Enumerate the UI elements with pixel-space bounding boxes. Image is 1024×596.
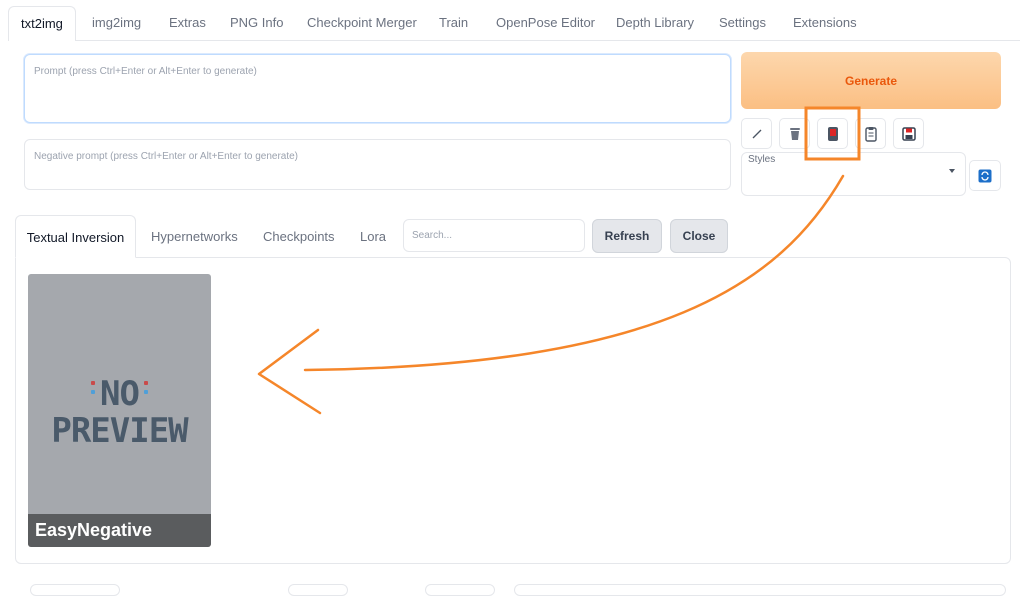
network-card-easynegative[interactable]: NO PREVIEW EasyNegative	[28, 274, 211, 547]
styles-dropdown[interactable]: Styles	[741, 152, 966, 196]
paste-icon	[752, 129, 761, 138]
extra-networks-icon	[827, 126, 838, 141]
tab-hypernetworks[interactable]: Hypernetworks	[151, 215, 238, 258]
preview-dot	[144, 390, 148, 394]
no-preview-line1: NO	[100, 374, 140, 414]
trash-icon	[789, 127, 800, 140]
save-style-button[interactable]	[893, 118, 924, 149]
card-title: EasyNegative	[28, 514, 211, 547]
tab-settings[interactable]: Settings	[719, 6, 766, 40]
show-extra-networks-button[interactable]	[817, 118, 848, 149]
tab-extensions[interactable]: Extensions	[793, 6, 857, 40]
generate-button[interactable]: Generate	[741, 52, 1001, 109]
styles-label: Styles	[748, 154, 776, 165]
close-button[interactable]: Close	[670, 219, 728, 253]
negative-prompt-input[interactable]: Negative prompt (press Ctrl+Enter or Alt…	[24, 139, 731, 190]
tab-png-info[interactable]: PNG Info	[230, 6, 283, 40]
tab-train[interactable]: Train	[439, 6, 468, 40]
chevron-down-icon	[949, 169, 955, 173]
preview-dot	[91, 390, 95, 394]
save-icon	[901, 126, 916, 141]
refresh-icon	[978, 169, 992, 182]
output-panel	[514, 584, 1006, 596]
tab-openpose-editor[interactable]: OpenPose Editor	[496, 6, 595, 40]
tab-txt2img[interactable]: txt2img	[8, 6, 76, 41]
steps-number-input[interactable]	[425, 584, 495, 596]
preview-dot	[91, 381, 95, 385]
tab-checkpoints[interactable]: Checkpoints	[263, 215, 335, 258]
extra-networks-search-input[interactable]	[403, 219, 585, 252]
tabs-divider	[8, 40, 1020, 41]
no-preview-line2: PREVIEW	[51, 411, 188, 451]
prompt-input[interactable]: Prompt (press Ctrl+Enter or Alt+Enter to…	[24, 54, 731, 123]
refresh-button[interactable]: Refresh	[592, 219, 662, 253]
clear-prompt-button[interactable]	[779, 118, 810, 149]
tab-depth-library[interactable]: Depth Library	[616, 6, 694, 40]
tab-img2img[interactable]: img2img	[92, 6, 141, 40]
tab-lora[interactable]: Lora	[360, 215, 386, 258]
sampling-method-label	[30, 584, 120, 596]
clipboard-icon	[864, 126, 877, 142]
tab-textual-inversion[interactable]: Textual Inversion	[15, 215, 136, 258]
refresh-styles-button[interactable]	[969, 160, 1001, 191]
preview-dot	[144, 381, 148, 385]
apply-styles-button[interactable]	[855, 118, 886, 149]
paste-button[interactable]	[741, 118, 772, 149]
tab-checkpoint-merger[interactable]: Checkpoint Merger	[307, 6, 417, 40]
tab-extras[interactable]: Extras	[169, 6, 206, 40]
sampling-steps-label	[288, 584, 348, 596]
